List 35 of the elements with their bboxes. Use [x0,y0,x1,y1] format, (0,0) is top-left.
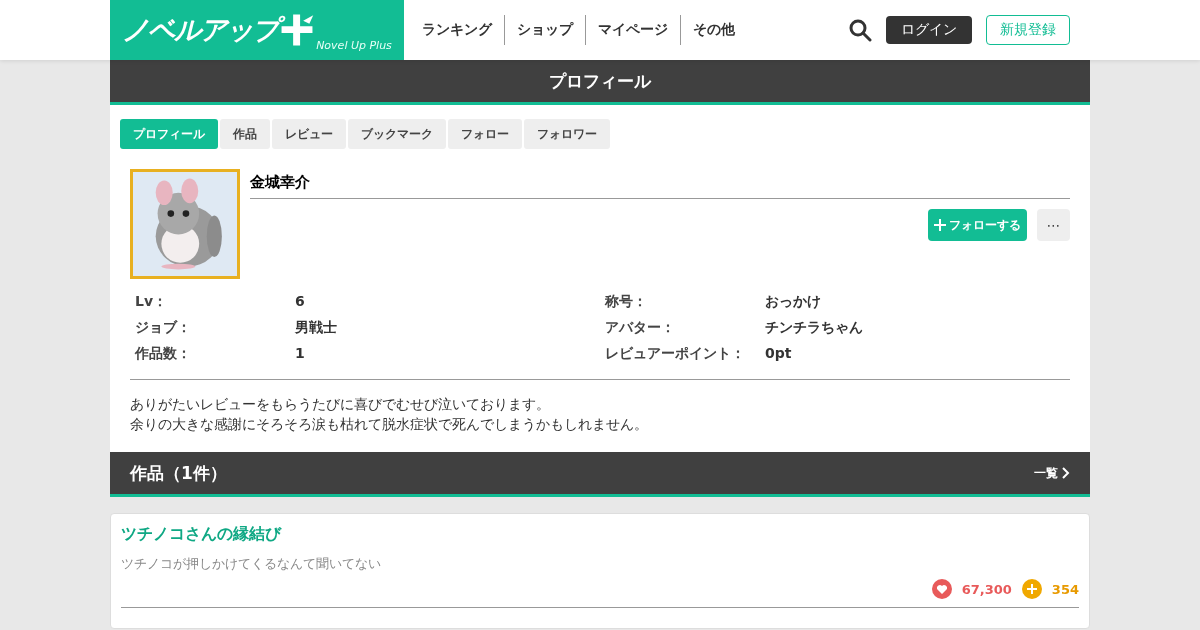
stat-label: レビュアーポイント： [605,345,746,363]
search-icon[interactable] [848,18,872,42]
nav-link[interactable]: その他 [680,15,747,45]
stat-label: Lv： [135,293,169,311]
user-name: 金城幸介 [250,169,1070,199]
like-count: 67,300 [961,580,1012,599]
stat-value: おっかけ [765,293,822,311]
more-button[interactable]: ⋯ [1037,209,1070,241]
nav-link[interactable]: ショップ [504,15,585,45]
profile-tab[interactable]: ブックマーク [348,119,446,149]
stat-label: 作品数： [135,345,192,363]
stat-value: 6 [295,293,306,311]
chevron-right-icon [1060,467,1070,479]
list-link[interactable]: 一覧 [1034,464,1070,482]
stat-value: 0pt [765,345,793,363]
stat-label: 称号： [605,293,648,311]
profile-bio: ありがたいレビューをもらうたびに喜びでむせび泣いております。 余りの大きな感謝にそろそろ涙も枯れて脱水症状で死んでしまうかもしれません。 [130,395,649,434]
profile-tab[interactable]: フォロー [448,119,522,149]
login-button[interactable]: ログイン [886,16,972,44]
page-title: プロフィール [549,69,651,93]
point-count: 354 [1051,580,1079,599]
work-catchphrase: ツチノコが押しかけてくるなんて聞いてない [121,555,382,573]
stat-value: チンチラちゃん [765,319,864,337]
stat-label: アバター： [605,319,676,337]
plus-icon [934,219,946,231]
profile-tab[interactable]: フォロワー [524,119,610,149]
stat-value: 1 [295,345,306,363]
stat-label: ジョブ： [135,319,192,337]
profile-tab[interactable]: 作品 [220,119,270,149]
stat-value: 男戦士 [295,319,338,337]
nav-link[interactable]: ランキング [410,15,504,45]
section-title: 作品（1件） [130,461,227,485]
profile-tab[interactable]: レビュー [272,119,346,149]
nav-link[interactable]: マイページ [585,15,680,45]
plus-coin-icon [1021,579,1042,599]
